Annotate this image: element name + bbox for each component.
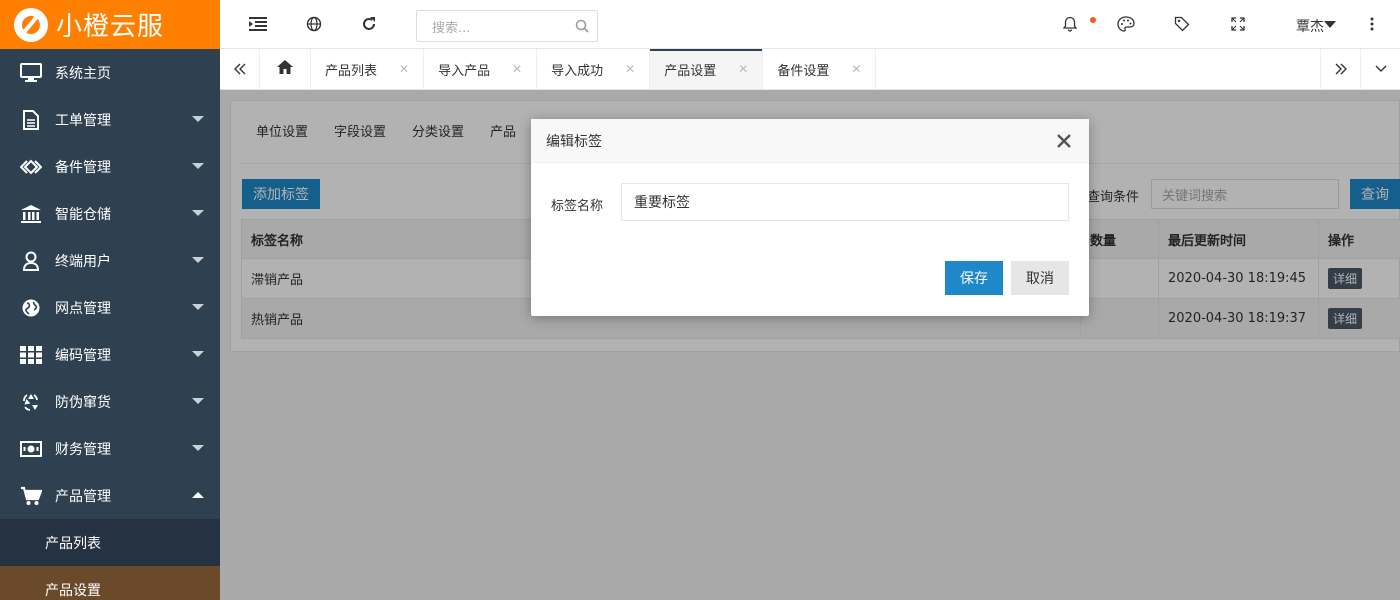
chevron-down-icon: [192, 210, 204, 216]
tab-label: 备件设置: [777, 63, 830, 79]
chevron-down-icon[interactable]: [1324, 21, 1336, 28]
globe-icon: [20, 297, 42, 319]
sidebar-item-label: 网点管理: [55, 300, 111, 317]
tab-label: 产品设置: [664, 63, 717, 79]
money-icon: [20, 438, 42, 460]
fullscreen-icon[interactable]: [1228, 14, 1248, 34]
chevron-down-icon: [192, 445, 204, 451]
notification-dot: [1090, 17, 1096, 23]
sidebar-item-label: 工单管理: [55, 112, 111, 129]
tab-label: 导入产品: [438, 63, 491, 79]
more-vertical-icon[interactable]: [1362, 14, 1382, 34]
sidebar-item-warehouse[interactable]: 智能仓储: [0, 190, 220, 237]
dialog-header: 编辑标签: [531, 119, 1089, 163]
refresh-icon[interactable]: [359, 14, 379, 34]
bell-icon[interactable]: [1060, 14, 1080, 34]
sidebar-item-anticounterfeit[interactable]: 防伪窜货: [0, 378, 220, 425]
sidebar-item-label: 智能仓储: [55, 206, 111, 223]
tab-label: 导入成功: [551, 63, 604, 79]
menu-collapse-icon[interactable]: [248, 14, 268, 34]
save-button[interactable]: 保存: [945, 261, 1003, 295]
sidebar-item-endusers[interactable]: 终端用户: [0, 237, 220, 284]
chevron-down-icon: [192, 257, 204, 263]
close-icon[interactable]: ✕: [399, 62, 409, 76]
home-icon: [276, 59, 294, 79]
close-icon[interactable]: [1055, 132, 1073, 150]
bank-icon: [20, 203, 42, 225]
sidebar-item-label: 备件管理: [55, 159, 111, 176]
chevron-down-icon: [192, 398, 204, 404]
cancel-button[interactable]: 取消: [1011, 261, 1069, 295]
chevron-down-icon: [192, 304, 204, 310]
chevron-down-icon: [192, 116, 204, 122]
tag-name-label: 标签名称: [551, 199, 604, 214]
sidebar: 小橙云服 系统主页 工单管理 备件管理 智能仓储 终端用户 网点管理 编码管理 …: [0, 0, 220, 600]
sidebar-item-finance[interactable]: 财务管理: [0, 425, 220, 472]
logo-text: 小橙云服: [56, 12, 165, 42]
sidebar-subitem-product-settings[interactable]: 产品设置: [0, 566, 220, 600]
tab-label: 产品列表: [325, 63, 378, 79]
sidebar-item-label: 系统主页: [55, 65, 111, 82]
diamond-link-icon: [20, 156, 42, 178]
sidebar-subitem-label: 产品设置: [45, 582, 101, 599]
sidebar-subitem-product-list[interactable]: 产品列表: [0, 519, 220, 566]
sidebar-item-outlets[interactable]: 网点管理: [0, 284, 220, 331]
close-icon[interactable]: ✕: [851, 62, 861, 76]
search-icon[interactable]: [575, 19, 589, 37]
tag-icon[interactable]: [1172, 14, 1192, 34]
tag-name-input[interactable]: 重要标签: [621, 183, 1069, 221]
cart-icon: [20, 485, 42, 507]
tab-spare-settings[interactable]: 备件设置 ✕: [763, 49, 877, 89]
sidebar-item-home[interactable]: 系统主页: [0, 49, 220, 96]
sidebar-item-label: 编码管理: [55, 347, 111, 364]
close-icon[interactable]: ✕: [738, 62, 748, 76]
dialog-body: 标签名称 重要标签 保存 取消: [531, 163, 1089, 316]
sidebar-item-spareparts[interactable]: 备件管理: [0, 143, 220, 190]
sidebar-item-label: 财务管理: [55, 441, 111, 458]
user-icon: [20, 250, 42, 272]
tab-import-success[interactable]: 导入成功 ✕: [537, 49, 651, 89]
user-name[interactable]: 覃杰: [1296, 16, 1324, 36]
tab-product-settings[interactable]: 产品设置 ✕: [650, 49, 764, 89]
palette-icon[interactable]: [1116, 14, 1136, 34]
tabs-bar: 产品列表 ✕ 导入产品 ✕ 导入成功 ✕ 产品设置 ✕ 备件设置 ✕: [220, 49, 1400, 90]
chevron-down-icon: [192, 163, 204, 169]
dialog-title: 编辑标签: [546, 133, 602, 150]
edit-tag-dialog: 编辑标签 标签名称 重要标签 保存 取消: [531, 119, 1089, 316]
sidebar-subitem-label: 产品列表: [45, 535, 101, 552]
recycle-icon: [20, 391, 42, 413]
home-tab[interactable]: [260, 49, 311, 89]
close-icon[interactable]: ✕: [625, 62, 635, 76]
document-icon: [20, 109, 42, 131]
tabs-scroll-left-icon[interactable]: [220, 49, 260, 89]
logo[interactable]: 小橙云服: [0, 0, 220, 49]
close-icon[interactable]: ✕: [512, 62, 522, 76]
sidebar-item-label: 产品管理: [55, 488, 111, 505]
chevron-up-icon: [192, 492, 204, 498]
tab-product-list[interactable]: 产品列表 ✕: [311, 49, 425, 89]
sidebar-item-products[interactable]: 产品管理: [0, 472, 220, 519]
search-input[interactable]: 搜索...: [416, 10, 598, 42]
tabs-scroll-right-icon[interactable]: [1320, 49, 1360, 89]
tag-name-value: 重要标签: [634, 195, 690, 211]
tab-import-product[interactable]: 导入产品 ✕: [424, 49, 538, 89]
sidebar-item-label: 终端用户: [55, 253, 111, 270]
sidebar-item-label: 防伪窜货: [55, 394, 111, 411]
tabs-menu-chevron-down-icon[interactable]: [1360, 49, 1400, 89]
sidebar-item-workorder[interactable]: 工单管理: [0, 96, 220, 143]
top-bar: 搜索... 覃杰: [220, 0, 1400, 49]
sidebar-item-coding[interactable]: 编码管理: [0, 331, 220, 378]
globe-icon[interactable]: [304, 14, 324, 34]
logo-icon: [14, 7, 48, 42]
monitor-icon: [20, 62, 42, 84]
grid-icon: [20, 344, 42, 366]
search-placeholder: 搜索...: [432, 20, 471, 36]
chevron-down-icon: [192, 351, 204, 357]
